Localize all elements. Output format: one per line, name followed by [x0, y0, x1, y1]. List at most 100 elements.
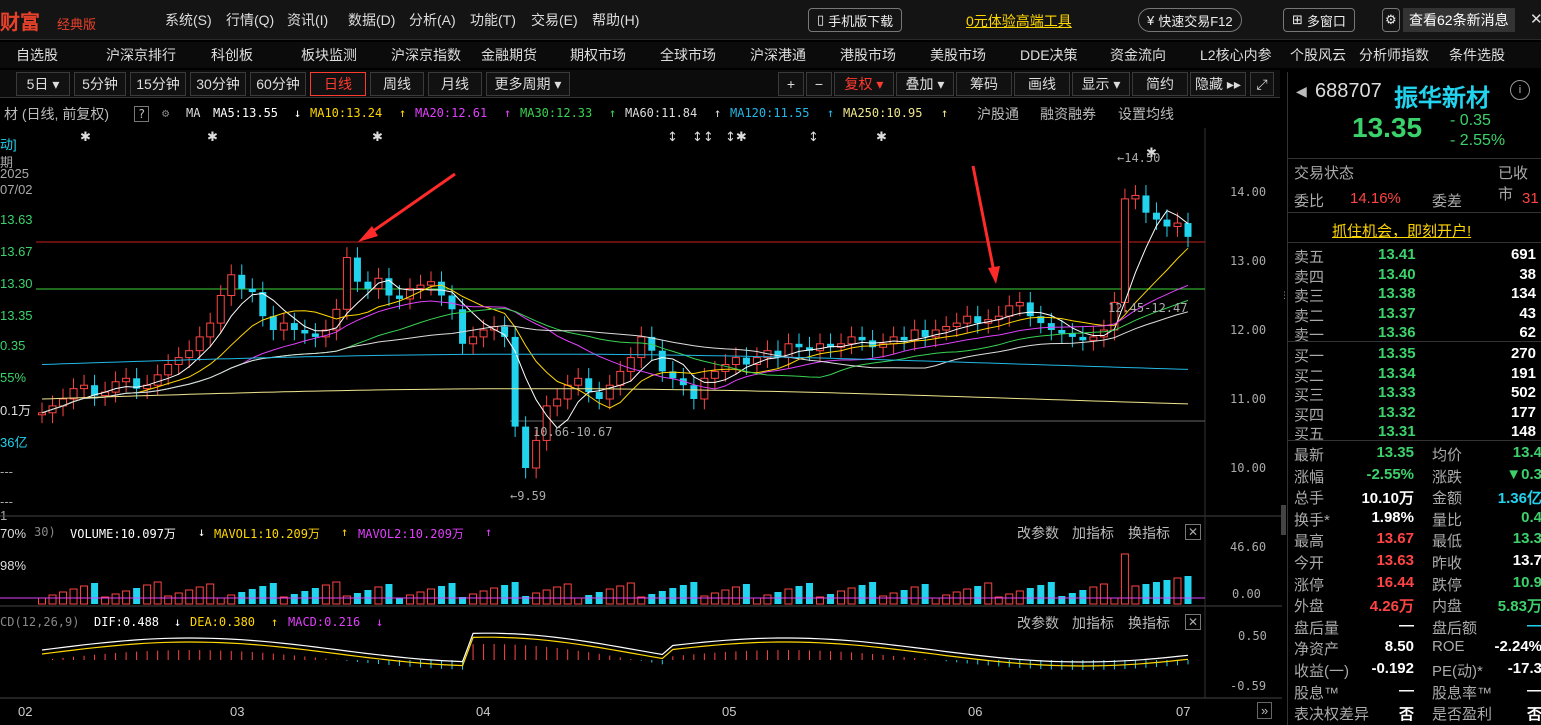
- candle-body[interactable]: [1163, 219, 1171, 227]
- candle-body[interactable]: [427, 281, 436, 286]
- close-icon[interactable]: ✕: [1185, 524, 1201, 540]
- candle-body[interactable]: [974, 316, 982, 324]
- candle-body[interactable]: [1058, 330, 1066, 334]
- macd-add-indicator-button[interactable]: 加指标: [1072, 613, 1114, 633]
- news-button[interactable]: 查看62条新消息: [1403, 8, 1515, 32]
- event-star-icon[interactable]: ✱: [876, 130, 887, 145]
- candle-body[interactable]: [248, 288, 256, 293]
- macd-params-button[interactable]: 改参数: [1017, 613, 1059, 633]
- panel-splitter[interactable]: [1281, 505, 1286, 535]
- candle-body[interactable]: [816, 343, 825, 352]
- candle-body[interactable]: [1079, 336, 1087, 341]
- candle-body[interactable]: [364, 281, 372, 289]
- candle-body[interactable]: [921, 330, 929, 337]
- candle-body[interactable]: [111, 381, 120, 393]
- candle-body[interactable]: [290, 323, 298, 330]
- candle-body[interactable]: [353, 257, 361, 282]
- candle-body[interactable]: [1120, 198, 1129, 303]
- candle-body[interactable]: [174, 357, 183, 366]
- candle-body[interactable]: [795, 343, 803, 348]
- nav-item[interactable]: 分析师指数: [1359, 45, 1449, 65]
- candle-body[interactable]: [1068, 333, 1076, 337]
- candle-body[interactable]: [952, 322, 961, 328]
- settings-button[interactable]: ⚙: [1382, 8, 1400, 32]
- candle-body[interactable]: [889, 336, 898, 345]
- candle-body[interactable]: [585, 378, 593, 393]
- macd-switch-indicator-button[interactable]: 换指标: [1128, 613, 1170, 633]
- candle-body[interactable]: [195, 336, 204, 352]
- info-icon[interactable]: i: [1510, 80, 1530, 100]
- close-icon[interactable]: ✕: [1185, 614, 1201, 630]
- candle-body[interactable]: [38, 412, 46, 416]
- candle-body[interactable]: [164, 364, 173, 376]
- candle-body[interactable]: [80, 384, 89, 390]
- candle-body[interactable]: [1015, 301, 1024, 307]
- candle-body[interactable]: [342, 257, 351, 310]
- candle-body[interactable]: [1005, 305, 1014, 317]
- candle-body[interactable]: [553, 398, 562, 407]
- open-account-link[interactable]: 抓住机会，即刻开户!: [1332, 220, 1471, 241]
- candle-body[interactable]: [963, 315, 972, 324]
- event-star-icon[interactable]: ✱: [207, 130, 218, 145]
- candle-body[interactable]: [742, 357, 750, 365]
- candle-body[interactable]: [1142, 195, 1150, 213]
- candle-body[interactable]: [395, 295, 403, 299]
- event-arrow-icon[interactable]: ↕↕: [692, 130, 714, 145]
- candle-body[interactable]: [311, 333, 319, 337]
- candle-body[interactable]: [731, 357, 740, 366]
- candle-body[interactable]: [185, 350, 194, 359]
- candle-body[interactable]: [416, 284, 425, 290]
- prev-stock-icon[interactable]: ◀: [1296, 83, 1307, 100]
- candle-body[interactable]: [1184, 223, 1192, 237]
- bid-level[interactable]: 买四 13.32 177: [1288, 404, 1541, 424]
- ask-level[interactable]: 卖四 13.40 38: [1288, 266, 1541, 286]
- event-star-icon[interactable]: ✱: [372, 130, 383, 145]
- bid-level[interactable]: 买二 13.34 191: [1288, 365, 1541, 385]
- candle-body[interactable]: [259, 292, 267, 317]
- multi-window-button[interactable]: ⊞ 多窗口: [1283, 8, 1355, 32]
- vol-switch-indicator-button[interactable]: 换指标: [1128, 523, 1170, 543]
- candle-body[interactable]: [122, 377, 131, 383]
- candle-body[interactable]: [469, 336, 478, 345]
- candle-body[interactable]: [616, 370, 625, 386]
- ask-level[interactable]: 卖三 13.38 134: [1288, 285, 1541, 305]
- bid-level[interactable]: 买一 13.35 270: [1288, 345, 1541, 365]
- candle-body[interactable]: [574, 377, 583, 386]
- close-icon[interactable]: ✕: [1530, 10, 1541, 28]
- candle-body[interactable]: [301, 330, 309, 334]
- vol-params-button[interactable]: 改参数: [1017, 523, 1059, 543]
- nav-item[interactable]: 个股风云: [1290, 45, 1359, 65]
- event-arrow-icon[interactable]: ↕: [808, 130, 819, 145]
- nav-item[interactable]: 条件选股: [1449, 45, 1511, 65]
- candle-body[interactable]: [710, 370, 719, 379]
- candle-body[interactable]: [595, 392, 603, 399]
- candle-body[interactable]: [511, 336, 519, 427]
- candle-body[interactable]: [206, 322, 215, 338]
- candle-body[interactable]: [216, 295, 225, 324]
- candle-body[interactable]: [942, 326, 951, 331]
- scroll-right-icon[interactable]: »: [1257, 702, 1273, 719]
- candle-body[interactable]: [279, 322, 288, 331]
- event-star-icon[interactable]: ✱: [80, 130, 91, 145]
- candle-body[interactable]: [438, 281, 446, 296]
- bid-level[interactable]: 买三 13.33 502: [1288, 384, 1541, 404]
- ask-level[interactable]: 卖五 13.41 691: [1288, 246, 1541, 266]
- candle-body[interactable]: [332, 308, 341, 331]
- candle-body[interactable]: [1152, 212, 1160, 220]
- candle-body[interactable]: [269, 316, 277, 330]
- candle-body[interactable]: [459, 309, 467, 344]
- candle-body[interactable]: [1173, 222, 1182, 228]
- candle-body[interactable]: [238, 274, 246, 289]
- candle-body[interactable]: [690, 385, 698, 399]
- candle-body[interactable]: [227, 274, 236, 296]
- ask-level[interactable]: 卖二 13.37 43: [1288, 305, 1541, 325]
- event-arrow-icon[interactable]: ↕✱: [725, 130, 747, 145]
- candle-body[interactable]: [1047, 323, 1055, 330]
- candle-body[interactable]: [858, 336, 866, 341]
- candle-body[interactable]: [1089, 336, 1098, 341]
- vol-add-indicator-button[interactable]: 加指标: [1072, 523, 1114, 543]
- candle-body[interactable]: [1026, 302, 1034, 317]
- candle-body[interactable]: [900, 336, 908, 341]
- candle-body[interactable]: [658, 350, 666, 372]
- candle-body[interactable]: [153, 374, 162, 386]
